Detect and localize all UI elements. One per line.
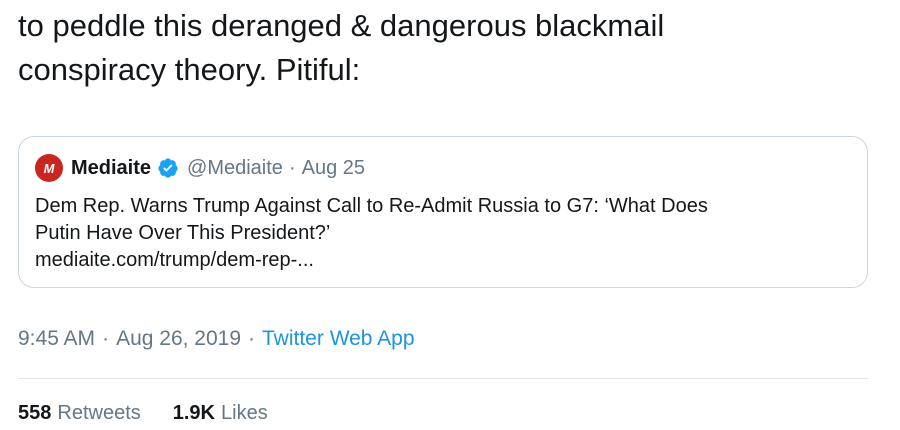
likes-count: 1.9K <box>172 402 215 424</box>
likes-stat[interactable]: 1.9K Likes <box>173 402 268 425</box>
quoted-tweet-line: Dem Rep. Warns Trump Against Call to Re-… <box>35 195 708 217</box>
divider <box>18 378 868 379</box>
tweet-detail: to peddle this deranged & dangerous blac… <box>0 0 900 430</box>
quoted-tweet-body: Dem Rep. Warns Trump Against Call to Re-… <box>35 193 850 274</box>
mediaite-logo-icon[interactable]: M <box>35 154 63 182</box>
likes-label: Likes <box>221 402 268 424</box>
tweet-stats: 558 Retweets 1.9K Likes <box>18 402 300 425</box>
quoted-tweet-header: M Mediaite @Mediaite · Aug 25 <box>35 153 365 183</box>
tweet-source-link[interactable]: Twitter Web App <box>262 327 415 351</box>
verified-badge-icon <box>157 157 179 179</box>
separator-dot: · <box>102 327 110 350</box>
tweet-metadata: 9:45 AM · Aug 26, 2019 · Twitter Web App <box>18 327 415 351</box>
separator-dot: · <box>248 327 256 350</box>
quoted-tweet-line: Putin Have Over This President?’ <box>35 222 331 244</box>
retweets-stat[interactable]: 558 Retweets <box>18 402 141 425</box>
retweets-label: Retweets <box>57 402 141 424</box>
quoted-tweet-link[interactable]: mediaite.com/trump/dem-rep-... <box>35 247 850 274</box>
tweet-text-line: conspiracy theory. Pitiful: <box>18 52 361 87</box>
tweet-text: to peddle this deranged & dangerous blac… <box>18 4 878 92</box>
tweet-date[interactable]: Aug 26, 2019 <box>116 327 241 351</box>
quoted-author-handle[interactable]: @Mediaite <box>187 157 283 180</box>
tweet-text-line: to peddle this deranged & dangerous blac… <box>18 8 665 43</box>
quoted-tweet-date[interactable]: Aug 25 <box>302 157 365 180</box>
separator-dot: · <box>288 156 296 179</box>
avatar-letter: M <box>44 161 56 175</box>
quoted-author-name[interactable]: Mediaite <box>71 157 151 180</box>
quoted-tweet-card[interactable]: M Mediaite @Mediaite · Aug 25 Dem Rep. W… <box>18 136 868 288</box>
retweets-count: 558 <box>18 402 52 424</box>
tweet-time[interactable]: 9:45 AM <box>18 327 95 351</box>
